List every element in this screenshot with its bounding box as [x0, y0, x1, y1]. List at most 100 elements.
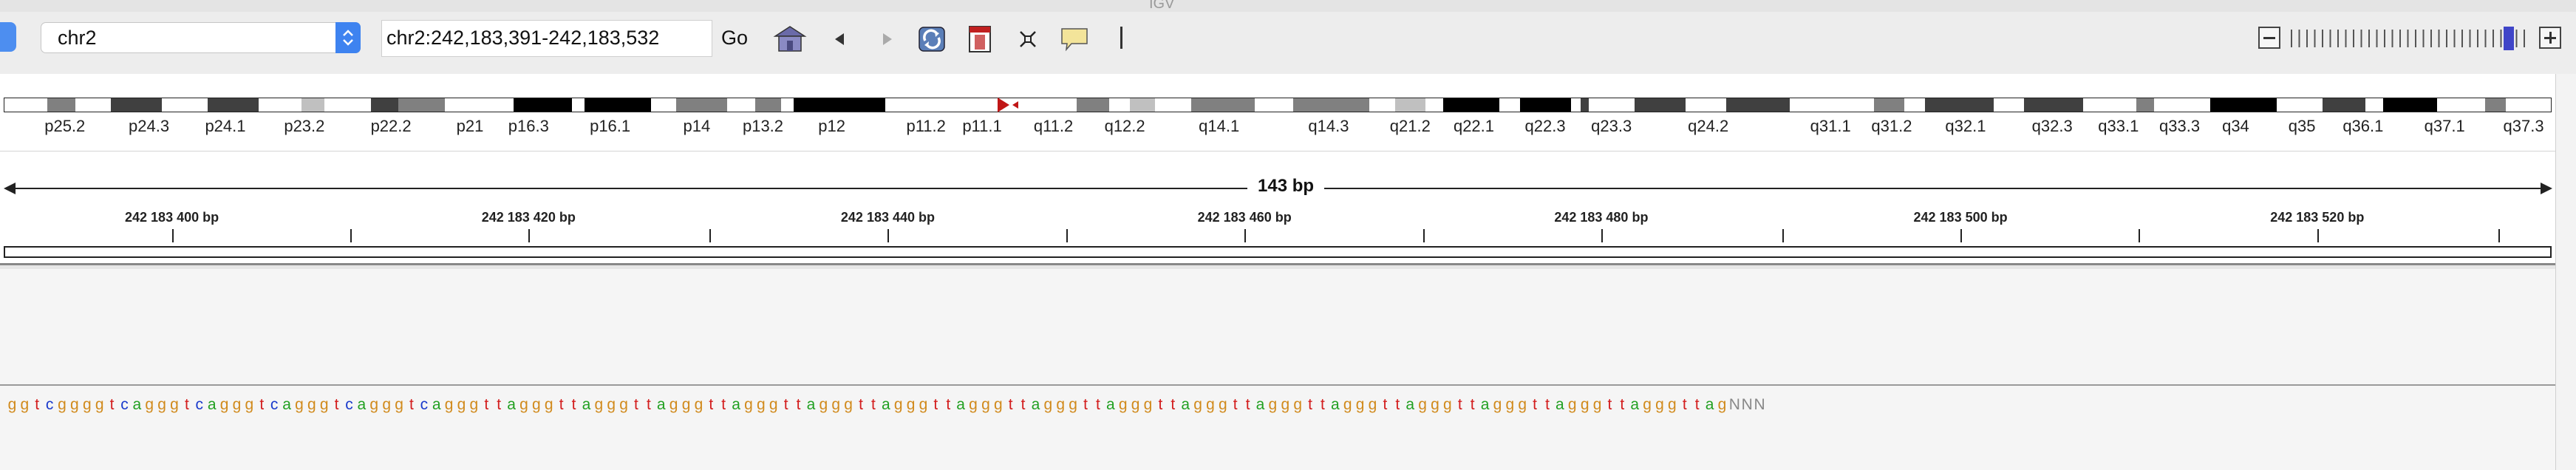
ruler-position-label: 242 183 500 bp [1913, 210, 2008, 225]
back-arrow-icon[interactable] [829, 22, 851, 56]
band-label: q23.3 [1591, 117, 1632, 135]
sequence-base: t [1096, 396, 1100, 413]
fit-to-window-icon[interactable] [1017, 22, 1039, 56]
data-panel[interactable] [0, 269, 2555, 386]
sequence-base: N [1741, 396, 1753, 413]
sequence-base: g [58, 396, 67, 413]
sequence-base: g [7, 396, 17, 413]
toolbar-separator [1120, 27, 1122, 49]
cytoband [1369, 98, 1395, 112]
span-arrow-left [4, 183, 16, 194]
zoom-control[interactable] [2258, 27, 2563, 52]
sequence-base: g [906, 396, 916, 413]
sequence-base: g [1069, 396, 1077, 413]
sequence-base: g [1518, 396, 1527, 413]
ruler-position-label: 242 183 480 bp [1554, 210, 1649, 225]
sequence-base: g [1143, 396, 1153, 413]
sequence-base: t [783, 396, 788, 413]
sequence-base: g [1043, 396, 1053, 413]
cytoband [207, 98, 259, 112]
zoom-in-button[interactable] [2539, 27, 2561, 49]
window-title: IGV [1149, 0, 1175, 12]
sequence-base: a [806, 396, 816, 413]
chromosome-select[interactable]: chr2 [41, 22, 361, 53]
cytoband [1588, 98, 1635, 112]
sequence-base: c [420, 396, 429, 413]
cytoband [1685, 98, 1726, 112]
sequence-bases: ggtcggggtcagggtcagggtcagggtcagggtcagggtt… [6, 396, 1766, 414]
ruler-tick [2317, 229, 2319, 242]
zoom-slider-thumb[interactable] [2504, 27, 2514, 50]
cytoband [650, 98, 677, 112]
cytoband [1394, 98, 1425, 112]
sequence-base: g [757, 396, 766, 413]
span-label: 143 bp [1247, 176, 1325, 197]
sequence-base: g [893, 396, 903, 413]
sequence-base: a [582, 396, 591, 413]
forward-arrow-icon[interactable] [876, 22, 898, 56]
sequence-base: g [1206, 396, 1215, 413]
sequence-base: a [656, 396, 666, 413]
band-label: q32.1 [1945, 117, 1986, 135]
cytoband [2322, 98, 2366, 112]
left-selector-stub[interactable] [0, 22, 16, 52]
right-scrollbar[interactable] [2555, 74, 2576, 470]
locus-input[interactable]: chr2:242,183,391-242,183,532 [381, 20, 712, 57]
sequence-base: g [145, 396, 154, 413]
ruler-position-label: 242 183 520 bp [2270, 210, 2365, 225]
sequence-base: g [594, 396, 604, 413]
sequence-base: g [919, 396, 928, 413]
region-of-interest-icon[interactable] [965, 22, 995, 56]
cytoband [2209, 98, 2277, 112]
cytoband [1130, 98, 1156, 112]
cytoband [110, 98, 162, 112]
band-label: p16.1 [590, 117, 631, 135]
title-bar: IGV [0, 0, 2576, 12]
sequence-base: t [1083, 396, 1088, 413]
region-box[interactable] [4, 246, 2552, 258]
sequence-base: g [1368, 396, 1377, 413]
sequence-base: g [844, 396, 853, 413]
sequence-base: g [232, 396, 242, 413]
sequence-base: g [981, 396, 990, 413]
sequence-base: t [1158, 396, 1163, 413]
refresh-icon[interactable] [913, 22, 950, 56]
sequence-base: g [607, 396, 616, 413]
cytoband [1076, 98, 1110, 112]
cytoband [398, 98, 445, 112]
cytoband [1904, 98, 1925, 112]
sequence-base: g [382, 396, 391, 413]
sequence-base: g [1505, 396, 1515, 413]
sequence-base: t [1545, 396, 1550, 413]
sequence-base: a [1255, 396, 1265, 413]
sequence-base: a [1031, 396, 1040, 413]
zoom-slider-ticks[interactable] [2291, 30, 2527, 47]
band-label: q14.1 [1199, 117, 1240, 135]
sequence-base: a [1556, 396, 1564, 413]
cytoband [1190, 98, 1255, 112]
sequence-base: g [1643, 396, 1652, 413]
sequence-base: a [357, 396, 367, 413]
sequence-base: g [1418, 396, 1427, 413]
cytoband [571, 98, 585, 112]
go-button[interactable]: Go [721, 27, 748, 50]
sequence-base: g [1567, 396, 1577, 413]
cytoband [793, 98, 885, 112]
band-label: p11.2 [906, 117, 946, 135]
sequence-base: g [769, 396, 778, 413]
sequence-track[interactable]: ggtcggggtcagggtcagggtcagggtcagggtcagggtt… [0, 386, 2555, 470]
home-icon[interactable] [771, 22, 808, 56]
cytoband [727, 98, 756, 112]
sequence-base: t [1682, 396, 1687, 413]
sequence-base: t [1470, 396, 1475, 413]
band-label: q33.3 [2159, 117, 2201, 135]
popup-info-icon[interactable] [1058, 22, 1091, 56]
ruler-position-label: 242 183 440 bp [840, 210, 935, 225]
chevron-updown-icon[interactable] [335, 22, 361, 53]
ruler-position-label: 242 183 400 bp [125, 210, 219, 225]
sequence-base: g [245, 396, 254, 413]
sequence-base: t [409, 396, 414, 413]
chromosome-ideogram[interactable] [4, 98, 2552, 112]
band-label: p14 [683, 117, 711, 135]
zoom-out-button[interactable] [2258, 27, 2280, 49]
